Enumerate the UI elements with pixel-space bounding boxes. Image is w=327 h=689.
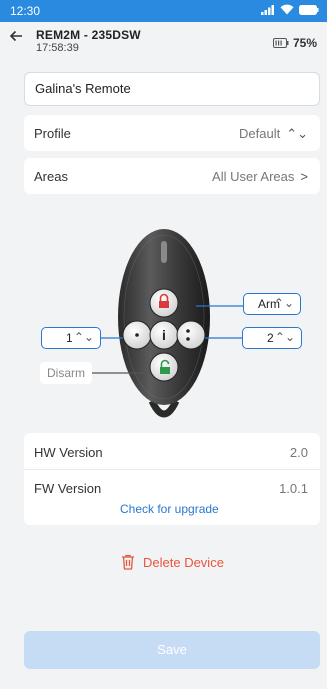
select-chevron-icon: ⌃⌄ <box>274 330 295 344</box>
wifi-icon <box>280 4 294 15</box>
select-chevron-icon: ⌃⌄ <box>286 126 308 141</box>
save-button[interactable]: Save <box>24 631 320 669</box>
hw-version-value: 2.0 <box>289 445 308 460</box>
remote-configurator: i Arm ⌃⌄ 1 ⌃⌄ 2 ⌃⌄ Disarm <box>0 225 327 430</box>
left-button-value: 1 <box>66 331 73 345</box>
fw-version-value: 1.0.1 <box>279 481 308 496</box>
trash-icon <box>122 554 134 570</box>
select-chevron-icon: ⌃⌄ <box>73 330 94 344</box>
status-icons <box>261 4 319 15</box>
version-card: HW Version 2.0 FW Version 1.0.1 Check fo… <box>24 433 320 525</box>
areas-row[interactable]: Areas All User Areas > <box>24 158 320 194</box>
check-upgrade-link[interactable]: Check for upgrade <box>120 502 219 516</box>
divider <box>24 469 320 470</box>
bottom-button-label: Disarm <box>40 362 92 384</box>
profile-value: Default ⌃⌄ <box>239 126 308 142</box>
status-bar: 12:30 <box>0 0 327 22</box>
areas-value-text: All User Areas <box>212 169 295 184</box>
profile-label: Profile <box>34 126 71 141</box>
right-button-select[interactable]: 2 ⌃⌄ <box>242 327 302 349</box>
hw-version-label: HW Version <box>34 445 103 460</box>
status-time: 12:30 <box>10 4 41 18</box>
delete-device-button[interactable]: Delete Device <box>121 554 224 570</box>
areas-value: All User Areas > <box>212 169 308 184</box>
select-chevron-icon: ⌃⌄ <box>273 296 294 310</box>
signal-icon <box>261 4 274 15</box>
svg-text:i: i <box>162 327 166 343</box>
top-button-select[interactable]: Arm ⌃⌄ <box>243 293 301 315</box>
back-arrow-icon[interactable] <box>8 28 28 48</box>
battery-status-icon <box>299 4 319 15</box>
remote-name-field[interactable]: Galina's Remote <box>24 72 320 106</box>
left-button-select[interactable]: 1 ⌃⌄ <box>41 327 101 349</box>
delete-device-label: Delete Device <box>143 554 224 570</box>
device-name: REM2M - 235DSW <box>36 28 141 42</box>
fw-version-label: FW Version <box>34 481 102 496</box>
battery-percent: 75% <box>292 36 317 50</box>
profile-row[interactable]: Profile Default ⌃⌄ <box>24 115 320 151</box>
profile-value-text: Default <box>239 126 281 141</box>
battery-icon <box>272 38 289 48</box>
device-battery: 75% <box>272 36 317 50</box>
chevron-right-icon: > <box>300 169 308 184</box>
app-header: REM2M - 235DSW 17:58:39 75% <box>0 22 327 62</box>
areas-label: Areas <box>34 169 68 184</box>
device-time: 17:58:39 <box>36 42 79 54</box>
right-button-value: 2 <box>267 331 274 345</box>
